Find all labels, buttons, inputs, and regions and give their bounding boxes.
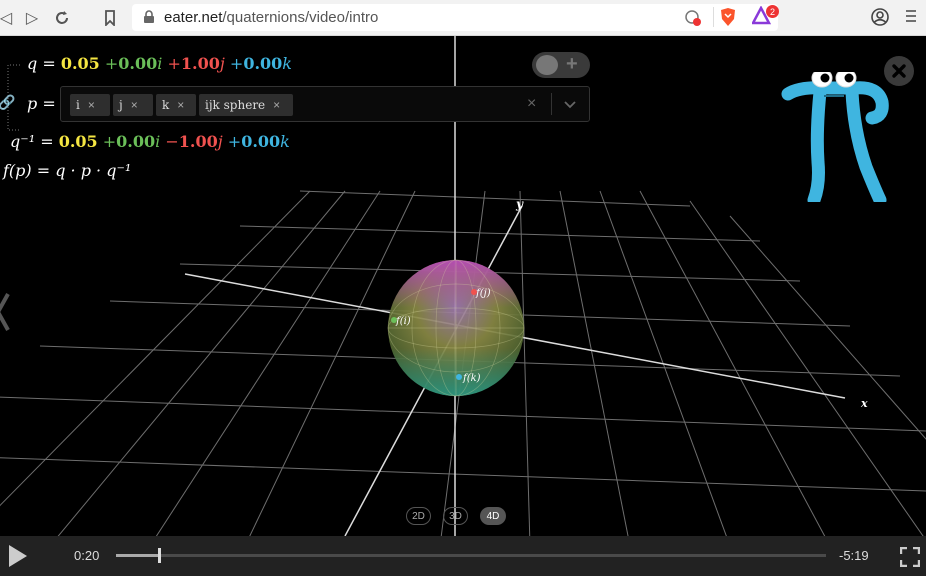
x-axis-label: x: [860, 397, 868, 410]
q-equation: q = 0.05 +0.00i +1.00j +0.00k: [27, 54, 292, 73]
lock-icon[interactable]: [143, 10, 155, 29]
chip-ijk-sphere[interactable]: ijk sphere ×: [199, 94, 293, 116]
q-i-value[interactable]: 0.00: [118, 54, 157, 73]
video-controls: 0:20 -5:19: [0, 536, 926, 576]
close-button[interactable]: [884, 56, 914, 86]
q-j-unit: j: [219, 54, 225, 73]
qinv-j-value: 1.00: [178, 132, 218, 151]
url-path: /quaternions/video/intro: [222, 9, 379, 26]
forward-icon[interactable]: ▷: [20, 6, 44, 30]
f-k-label: f(k): [462, 373, 481, 384]
chip-i-label: i: [76, 98, 80, 112]
q-op-i: +: [104, 54, 119, 73]
qinv-k-value: 0.00: [241, 132, 281, 151]
qinv-i-value: 0.00: [116, 132, 156, 151]
q-j-value[interactable]: 1.00: [181, 54, 220, 73]
chip-i-remove-icon[interactable]: ×: [88, 98, 95, 112]
qinv-i-unit: i: [155, 132, 161, 151]
chip-ijk-sphere-remove-icon[interactable]: ×: [273, 98, 280, 112]
ijk-sphere: [387, 259, 525, 397]
y-axis-label: y: [515, 197, 524, 211]
seek-handle[interactable]: [157, 548, 161, 563]
qinv-lhs: q⁻¹ =: [10, 132, 54, 151]
chip-ijk-sphere-label: ijk sphere: [205, 98, 266, 112]
chip-k-label: k: [162, 98, 170, 112]
selector-divider: [551, 93, 552, 115]
chip-i[interactable]: i ×: [70, 94, 110, 116]
pi-mascot-icon: [781, 72, 889, 202]
address-bar[interactable]: eater.net/quaternions/video/intro: [132, 4, 778, 31]
q-w-value[interactable]: 0.05: [61, 54, 100, 73]
link-icon[interactable]: 🔗: [0, 94, 15, 111]
seek-progress: [116, 554, 159, 557]
remaining-time: -5:19: [839, 548, 869, 563]
qinv-j-unit: j: [217, 132, 223, 151]
f-i-label: f(i): [395, 316, 411, 327]
p-label: p =: [27, 94, 56, 113]
q-lhs: q =: [27, 54, 56, 73]
add-quaternion-toggle[interactable]: +: [532, 52, 590, 78]
brave-shield-icon[interactable]: [719, 7, 737, 32]
play-icon[interactable]: [7, 544, 29, 573]
q-k-unit: k: [282, 54, 292, 73]
qinv-op-k: +: [227, 132, 242, 151]
q-i-unit: i: [157, 54, 163, 73]
chip-j[interactable]: j ×: [113, 94, 153, 116]
seek-bar[interactable]: [116, 548, 826, 563]
quaternion-stage[interactable]: y x f(i) f(j) f(k) q = 0.05 +0.00i +1.00…: [0, 36, 926, 536]
elapsed-time: 0:20: [74, 548, 100, 563]
url-text: eater.net/quaternions/video/intro: [164, 9, 378, 26]
f-j-label: f(j): [475, 288, 491, 299]
qinv-op-i: +: [102, 132, 117, 151]
fp-equation: f(p) = q · p · q⁻¹: [3, 161, 132, 180]
chevron-down-icon[interactable]: [564, 97, 576, 115]
reload-icon[interactable]: [50, 6, 74, 30]
4d-button[interactable]: 4D: [480, 507, 506, 525]
2d-button[interactable]: 2D: [406, 507, 431, 525]
profile-icon[interactable]: [870, 7, 890, 32]
url-host: eater.net: [164, 9, 223, 26]
qinv-op-j: −: [165, 132, 179, 151]
qinv-w-value: 0.05: [58, 132, 98, 151]
chip-k[interactable]: k ×: [156, 94, 196, 116]
bookmark-icon[interactable]: [98, 6, 122, 30]
plus-icon: +: [566, 53, 578, 75]
menu-icon[interactable]: [905, 9, 917, 28]
chip-k-remove-icon[interactable]: ×: [177, 98, 184, 112]
back-icon[interactable]: ◁: [0, 6, 18, 30]
rewards-badge: 2: [766, 5, 779, 18]
q-k-value[interactable]: 0.00: [243, 54, 282, 73]
browser-toolbar: ◁ ▷ eater.net/quaternions/video/intro 2: [0, 0, 926, 36]
3d-button[interactable]: 3D: [443, 507, 468, 525]
q-op-k: +: [229, 54, 244, 73]
chip-j-remove-icon[interactable]: ×: [131, 98, 138, 112]
camera-blocked-icon[interactable]: [684, 9, 702, 32]
fullscreen-icon[interactable]: [899, 546, 921, 572]
qinv-k-unit: k: [280, 132, 290, 151]
p-selector[interactable]: i × j × k × ijk sphere × ×: [60, 86, 590, 122]
chip-j-label: j: [119, 98, 123, 112]
q-op-j: +: [167, 54, 181, 73]
f-k-point: [456, 374, 462, 380]
toolbar-divider: [713, 7, 714, 27]
collapse-chevron-icon: [0, 293, 10, 331]
clear-all-icon[interactable]: ×: [527, 95, 536, 113]
toggle-knob: [536, 55, 558, 75]
q-inverse-equation: q⁻¹ = 0.05 +0.00i −1.00j +0.00k: [10, 132, 290, 151]
